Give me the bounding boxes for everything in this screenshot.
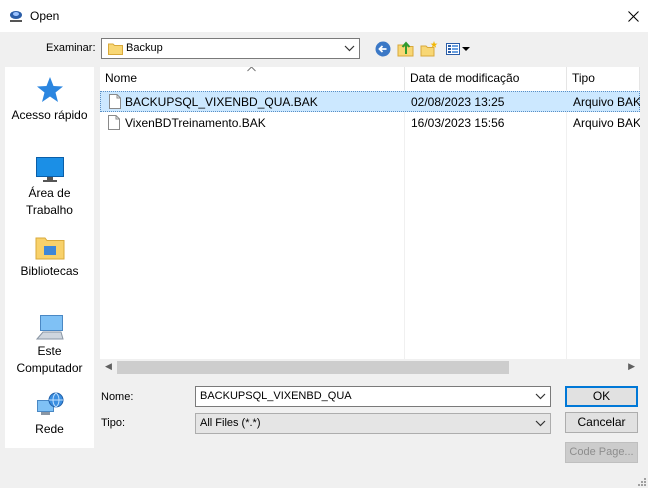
file-icon <box>109 94 121 109</box>
lookin-value: Backup <box>126 42 163 54</box>
column-header-date[interactable]: Data de modificação <box>405 67 567 90</box>
scrollbar-thumb[interactable] <box>117 361 509 374</box>
place-network[interactable]: Rede <box>5 391 94 438</box>
libraries-icon <box>35 237 64 260</box>
table-row[interactable]: VixenBDTreinamento.BAK 16/03/2023 15:56 … <box>100 113 640 134</box>
table-row[interactable]: BACKUPSQL_VIXENBD_QUA.BAK 02/08/2023 13:… <box>100 91 640 112</box>
filename-input[interactable]: BACKUPSQL_VIXENBD_QUA <box>200 390 352 402</box>
view-menu-icon <box>446 43 470 55</box>
place-label: Acesso rápido <box>11 108 88 122</box>
code-page-button: Code Page... <box>565 442 638 463</box>
sort-ascending-icon <box>247 67 256 72</box>
place-label: Área de Trabalho <box>26 186 73 217</box>
place-desktop[interactable]: Área de Trabalho <box>5 155 94 219</box>
star-icon <box>36 77 63 102</box>
app-icon <box>10 11 22 22</box>
scroll-right-icon[interactable]: ▶ <box>628 361 635 372</box>
filename-label: Nome: <box>101 391 134 403</box>
ok-button[interactable]: OK <box>565 386 638 407</box>
title-bar: Open <box>0 0 648 32</box>
horizontal-scrollbar[interactable]: ◀ ▶ <box>100 359 640 376</box>
filename-combobox[interactable]: BACKUPSQL_VIXENBD_QUA <box>195 386 551 407</box>
column-header-name[interactable]: Nome <box>100 67 405 90</box>
place-label: Este Computador <box>16 344 83 375</box>
places-bar: Acesso rápido Área de Trabalho Bibliotec… <box>5 67 94 448</box>
file-type: Arquivo BAK <box>573 116 640 130</box>
file-date: 16/03/2023 15:56 <box>411 116 505 130</box>
network-icon <box>36 392 63 415</box>
scroll-left-icon[interactable]: ◀ <box>105 361 112 372</box>
new-folder-button[interactable] <box>420 40 438 58</box>
filetype-value: All Files (*.*) <box>200 417 261 429</box>
up-folder-button[interactable] <box>397 40 415 58</box>
column-header-type[interactable]: Tipo <box>567 67 640 90</box>
close-icon <box>627 10 639 22</box>
resize-grip-icon[interactable] <box>636 476 646 486</box>
computer-icon <box>35 315 64 340</box>
file-type: Arquivo BAK <box>573 95 640 109</box>
folder-icon <box>108 43 123 55</box>
place-quick-access[interactable]: Acesso rápido <box>5 75 94 124</box>
file-list[interactable]: Nome Data de modificação Tipo BACKUPSQL_… <box>100 67 640 376</box>
window-title: Open <box>30 9 60 23</box>
place-label: Rede <box>35 422 64 436</box>
filetype-label: Tipo: <box>101 417 126 429</box>
chevron-down-icon <box>344 45 355 52</box>
back-button[interactable] <box>374 40 392 58</box>
file-date: 02/08/2023 13:25 <box>411 95 505 109</box>
lookin-dropdown[interactable]: Backup <box>101 38 360 59</box>
chevron-down-icon[interactable] <box>535 390 546 402</box>
cancel-button[interactable]: Cancelar <box>565 412 638 433</box>
place-libraries[interactable]: Bibliotecas <box>5 233 94 280</box>
chevron-down-icon <box>535 420 546 427</box>
file-icon <box>108 115 120 130</box>
view-menu-button[interactable] <box>445 40 471 58</box>
lookin-label: Examinar: <box>46 42 96 54</box>
desktop-icon <box>35 157 64 182</box>
place-label: Bibliotecas <box>20 264 79 278</box>
place-this-pc[interactable]: Este Computador <box>5 313 94 377</box>
file-name: VixenBDTreinamento.BAK <box>125 116 266 130</box>
close-button[interactable] <box>618 0 648 32</box>
file-name: BACKUPSQL_VIXENBD_QUA.BAK <box>125 95 318 109</box>
filetype-dropdown[interactable]: All Files (*.*) <box>195 413 551 434</box>
